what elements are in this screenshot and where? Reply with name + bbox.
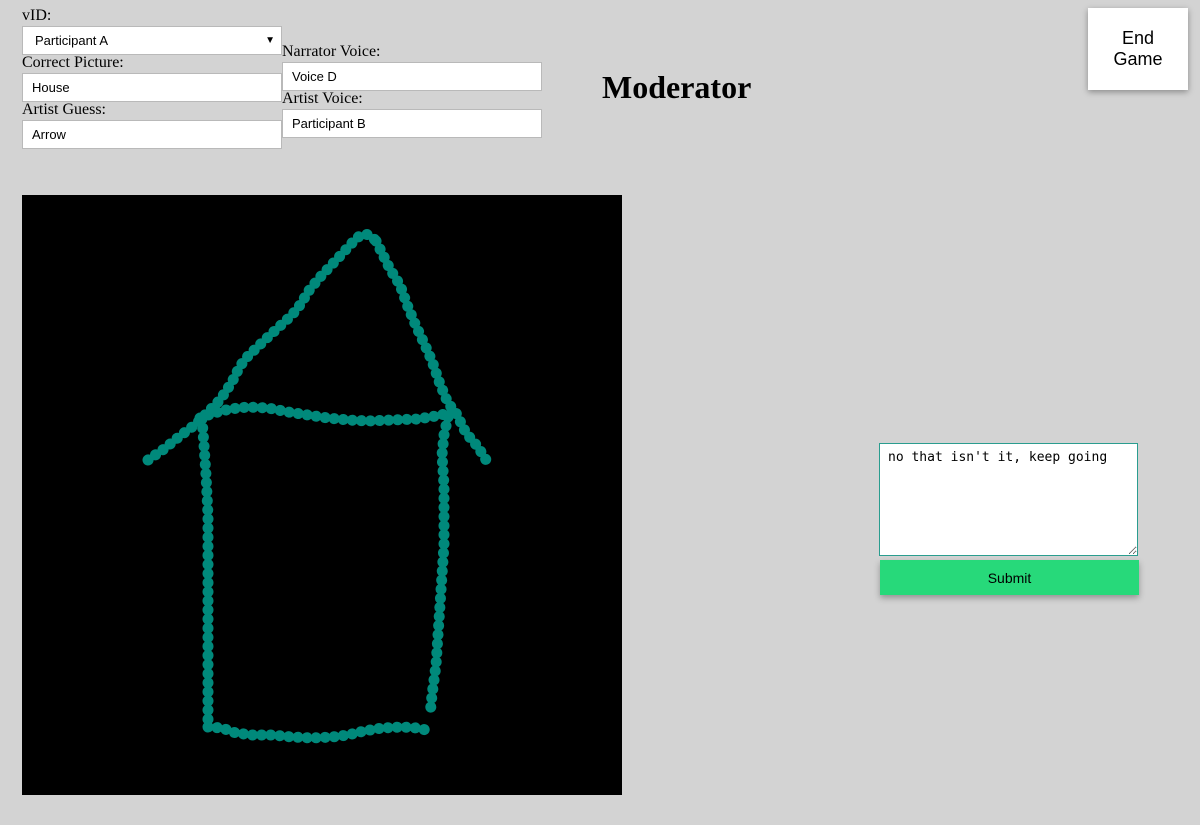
narrator-voice-input[interactable] — [282, 62, 542, 91]
floor-stroke — [202, 721, 436, 744]
submit-button[interactable]: Submit — [880, 560, 1139, 595]
artist-voice-label: Artist Voice: — [282, 90, 363, 107]
drawing-svg — [142, 228, 494, 744]
vid-select-value: Participant A — [35, 33, 108, 48]
roof-right-stroke — [370, 235, 494, 469]
message-textarea[interactable]: no that isn't it, keep going — [879, 443, 1138, 556]
vid-label: vID: — [22, 7, 52, 24]
right-wall-stroke — [424, 411, 454, 721]
house-drawing — [142, 228, 494, 744]
artist-guess-label: Artist Guess: — [22, 101, 106, 118]
caret-down-icon: ▼ — [265, 35, 275, 46]
narrator-voice-label: Narrator Voice: — [282, 43, 381, 60]
artist-voice-input[interactable] — [282, 109, 542, 138]
correct-picture-label: Correct Picture: — [22, 54, 124, 71]
left-wall-stroke — [196, 413, 214, 733]
ceiling-stroke — [194, 401, 464, 427]
end-game-button[interactable]: End Game — [1088, 8, 1188, 90]
artist-guess-input[interactable] — [22, 120, 282, 149]
page-title: Moderator — [602, 69, 752, 105]
drawing-canvas[interactable] — [22, 195, 622, 795]
correct-picture-input[interactable] — [22, 73, 282, 102]
roof-left-stroke — [142, 228, 382, 466]
vid-select[interactable]: Participant A ▼ — [22, 26, 282, 55]
